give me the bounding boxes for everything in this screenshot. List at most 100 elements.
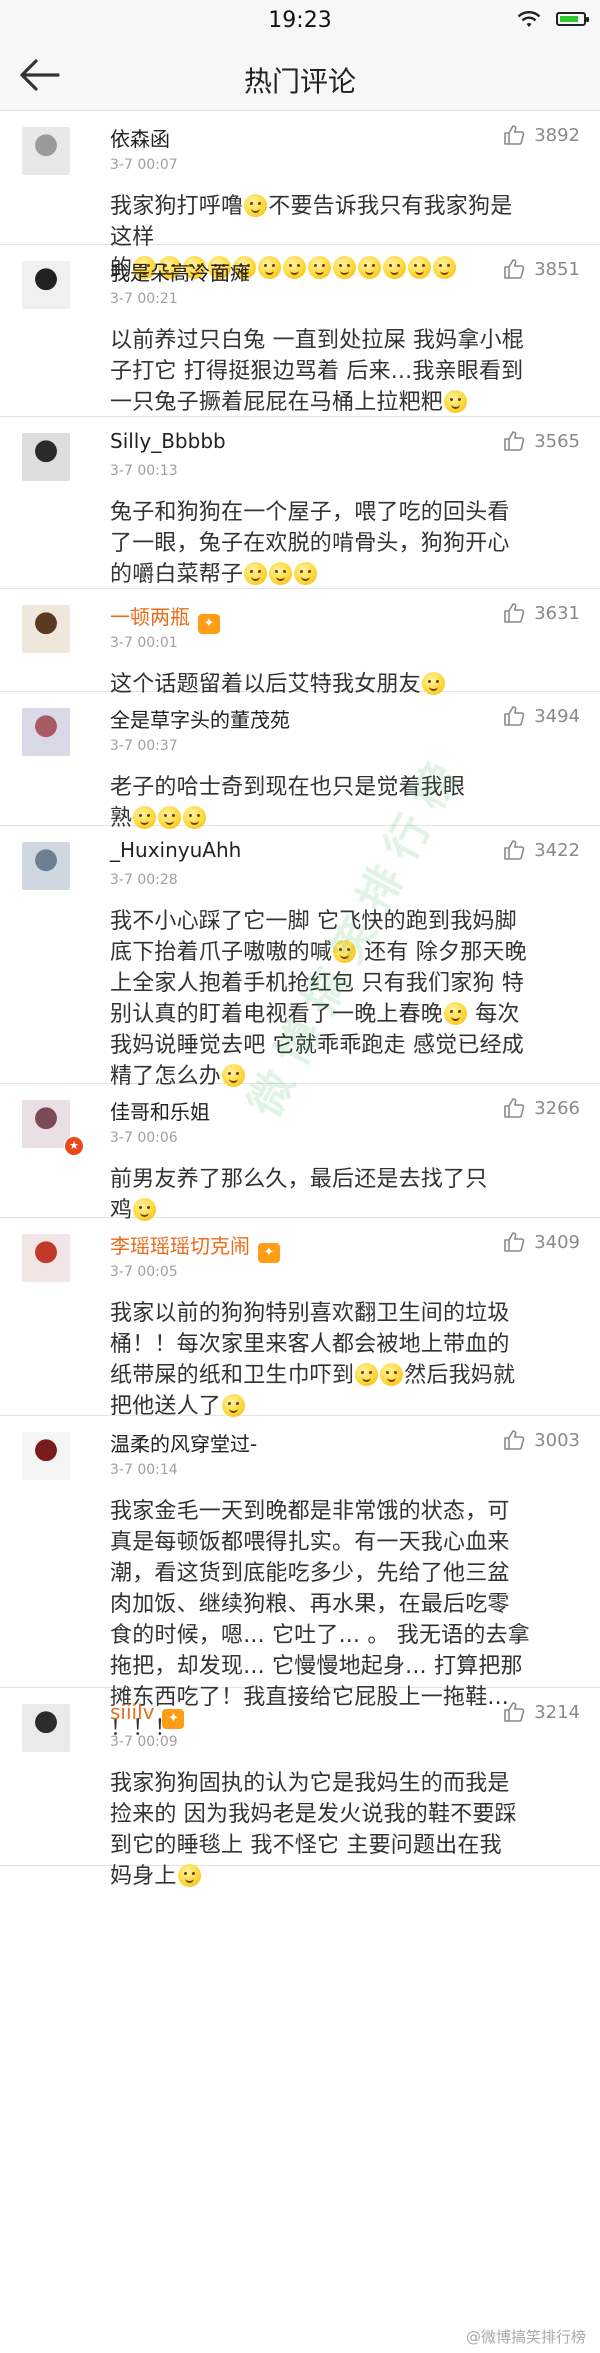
comment-item[interactable]: 全是草字头的董茂苑 3-7 00:37 3494 老子的哈士奇到现在也只是觉着我眼熟 bbox=[0, 692, 600, 831]
like-count: 3003 bbox=[534, 1429, 580, 1451]
like-count: 3851 bbox=[534, 258, 580, 280]
comment-time: 3-7 00:37 bbox=[110, 738, 178, 754]
user-name[interactable]: siiilv ✦ bbox=[110, 1700, 185, 1729]
like-count: 3266 bbox=[534, 1097, 580, 1119]
comment-item[interactable]: 依森函 3-7 00:07 3892 我家狗打呼噜 不要告诉我只有我家狗是 这样的 bbox=[0, 111, 600, 281]
like-button[interactable]: 3409 bbox=[502, 1230, 580, 1254]
comment-time: 3-7 00:28 bbox=[110, 872, 178, 888]
user-name[interactable]: _HuxinyuAhh bbox=[110, 838, 241, 862]
comment-text-segment: 我家金毛一天到晚都是非常饿的状态，可 bbox=[110, 1499, 510, 1524]
like-count: 3892 bbox=[534, 124, 580, 146]
comment-text-segment: 一只兔子撅着屁屁在马桶上拉粑粑 bbox=[110, 390, 444, 415]
like-button[interactable]: 3494 bbox=[502, 704, 580, 728]
user-name[interactable]: 全是草字头的董茂苑 bbox=[110, 704, 290, 733]
comment-line: 捡来的 因为我妈老是发火说我的鞋不要踩 bbox=[110, 1799, 580, 1830]
thumbs-up-icon bbox=[504, 603, 525, 623]
user-name[interactable]: 佳哥和乐姐 bbox=[110, 1096, 210, 1125]
comment-item[interactable]: ★ 佳哥和乐姐 3-7 00:06 3266 前男友养了那么久，最后还是去找了只鸡 bbox=[0, 1084, 600, 1223]
like-button[interactable]: 3003 bbox=[502, 1428, 580, 1452]
smile-emoji-icon bbox=[269, 562, 293, 585]
comment-time: 3-7 00:21 bbox=[110, 291, 178, 307]
comment-item[interactable]: 我是朵高冷面瘫 3-7 00:21 3851 以前养过只白兔 一直到处拉屎 我妈拿小棍… bbox=[0, 245, 600, 417]
avatar[interactable] bbox=[22, 1234, 70, 1282]
comment-line: 拖把，却发现... 它慢慢地起身... 打算把那 bbox=[110, 1651, 580, 1682]
thumbs-up-icon bbox=[504, 706, 525, 726]
avatar[interactable] bbox=[22, 1432, 70, 1480]
comment-line: 我家狗打呼噜 不要告诉我只有我家狗是 bbox=[110, 191, 580, 222]
user-name[interactable]: 温柔的风穿堂过- bbox=[110, 1428, 257, 1457]
avatar[interactable] bbox=[22, 1100, 70, 1148]
comment-text-segment: 底下抬着爪子嗷嗷的喊 bbox=[110, 940, 333, 965]
user-name[interactable]: 一顿两瓶 ✦ bbox=[110, 601, 220, 634]
comment-text-segment: 到它的睡毯上 我不怪它 主要问题出在我 bbox=[110, 1833, 502, 1858]
comment-item[interactable]: 李瑶瑶瑶切克闹 ✦ 3-7 00:05 3409 我家以前的狗狗特别喜欢翻卫生间的垃圾桶… bbox=[0, 1218, 600, 1419]
comment-item[interactable]: 温柔的风穿堂过- 3-7 00:14 3003 我家金毛一天到晚都是非常饿的状态，可真… bbox=[0, 1416, 600, 1741]
user-name[interactable]: 李瑶瑶瑶切克闹 ✦ bbox=[110, 1230, 280, 1263]
like-button[interactable]: 3214 bbox=[502, 1700, 580, 1724]
smile-emoji-icon bbox=[177, 1864, 201, 1887]
comment-line: 前男友养了那么久，最后还是去找了只 bbox=[110, 1164, 580, 1195]
comment-text-segment: 妈身上 bbox=[110, 1864, 177, 1889]
user-name-text: 全是草字头的董茂苑 bbox=[110, 708, 290, 732]
avatar[interactable] bbox=[22, 842, 70, 890]
comment-time: 3-7 00:01 bbox=[110, 635, 178, 651]
vip-icon: ✦ bbox=[258, 1243, 280, 1263]
comment-text: 老子的哈士奇到现在也只是觉着我眼熟 bbox=[110, 772, 580, 834]
status-time: 19:23 bbox=[268, 8, 332, 33]
comment-text-segment: 每次 bbox=[468, 1002, 520, 1027]
user-name-text: 一顿两瓶 bbox=[110, 605, 190, 629]
comment-text: 我家以前的狗狗特别喜欢翻卫生间的垃圾 桶！！每次家里来客人都会被地上带血的 纸带屎的… bbox=[110, 1298, 580, 1422]
comment-line: 真是每顿饭都喂得扎实。有一天我心血来 bbox=[110, 1527, 580, 1558]
comment-text-segment: 我家狗狗固执的认为它是我妈生的而我是 bbox=[110, 1771, 510, 1796]
like-button[interactable]: 3892 bbox=[502, 123, 580, 147]
smile-emoji-icon bbox=[222, 1394, 246, 1417]
nav-bar: 热门评论 bbox=[0, 40, 600, 111]
comment-text-segment: 我家狗打呼噜 bbox=[110, 194, 244, 219]
smile-emoji-icon bbox=[244, 194, 268, 217]
comment-text-segment: 桶！！每次家里来客人都会被地上带血的 bbox=[110, 1332, 510, 1357]
like-button[interactable]: 3565 bbox=[502, 429, 580, 453]
comment-text-segment: 真是每顿饭都喂得扎实。有一天我心血来 bbox=[110, 1530, 510, 1555]
user-name[interactable]: 依森函 bbox=[110, 123, 170, 152]
comment-line: 肉加饭、继续狗粮、再水果，在最后吃零 bbox=[110, 1589, 580, 1620]
comment-time: 3-7 00:05 bbox=[110, 1264, 178, 1280]
user-name[interactable]: Silly_Bbbbb bbox=[110, 429, 226, 453]
comment-line: 我家以前的狗狗特别喜欢翻卫生间的垃圾 bbox=[110, 1298, 580, 1329]
smile-emoji-icon bbox=[380, 1363, 404, 1386]
smile-emoji-icon bbox=[444, 390, 468, 413]
like-button[interactable]: 3631 bbox=[502, 601, 580, 625]
user-name[interactable]: 我是朵高冷面瘫 bbox=[110, 257, 250, 286]
footer-watermark: @微博搞笑排行榜 bbox=[465, 2328, 586, 2346]
comment-text-segment: 以前养过只白兔 一直到处拉屎 我妈拿小棍 bbox=[110, 328, 524, 353]
avatar[interactable] bbox=[22, 127, 70, 175]
comment-text: 我家狗狗固执的认为它是我妈生的而我是捡来的 因为我妈老是发火说我的鞋不要踩到它的… bbox=[110, 1768, 580, 1892]
comment-item[interactable]: 一顿两瓶 ✦ 3-7 00:01 3631 这个话题留着以后艾特我女朋友 bbox=[0, 589, 600, 697]
avatar[interactable] bbox=[22, 261, 70, 309]
wifi-icon bbox=[517, 11, 541, 27]
comment-item[interactable]: Silly_Bbbbb 3-7 00:13 3565 兔子和狗狗在一个屋子，喂了吃的回… bbox=[0, 417, 600, 589]
comment-text-segment: 了一眼，兔子在欢脱的啃骨头，狗狗开心 bbox=[110, 531, 510, 556]
comment-text-segment: 兔子和狗狗在一个屋子，喂了吃的回头看 bbox=[110, 500, 510, 525]
like-button[interactable]: 3266 bbox=[502, 1096, 580, 1120]
avatar[interactable] bbox=[22, 1704, 70, 1752]
status-bar: 19:23 bbox=[0, 0, 600, 40]
comment-text-segment: 不要告诉我只有我家狗是 bbox=[268, 194, 513, 219]
like-button[interactable]: 3422 bbox=[502, 838, 580, 862]
like-button[interactable]: 3851 bbox=[502, 257, 580, 281]
comment-text-segment: 的嚼白菜帮子 bbox=[110, 562, 244, 587]
comment-line: 兔子和狗狗在一个屋子，喂了吃的回头看 bbox=[110, 497, 580, 528]
smile-emoji-icon bbox=[294, 562, 318, 585]
comment-line: 我家金毛一天到晚都是非常饿的状态，可 bbox=[110, 1496, 580, 1527]
avatar[interactable] bbox=[22, 708, 70, 756]
smile-emoji-icon bbox=[244, 562, 268, 585]
avatar[interactable] bbox=[22, 433, 70, 481]
like-count: 3409 bbox=[534, 1231, 580, 1253]
thumbs-up-icon bbox=[504, 1232, 525, 1252]
user-badge-icon: ★ bbox=[64, 1136, 84, 1156]
comment-line: 桶！！每次家里来客人都会被地上带血的 bbox=[110, 1329, 580, 1360]
battery-icon bbox=[556, 12, 589, 26]
comment-text-segment: 我不小心踩了它一脚 它飞快的跑到我妈脚 bbox=[110, 909, 517, 934]
comment-time: 3-7 00:07 bbox=[110, 157, 178, 173]
comment-item[interactable]: siiilv ✦ 3-7 00:09 3214 我家狗狗固执的认为它是我妈生的而我是 捡来… bbox=[0, 1688, 600, 1889]
avatar[interactable] bbox=[22, 605, 70, 653]
